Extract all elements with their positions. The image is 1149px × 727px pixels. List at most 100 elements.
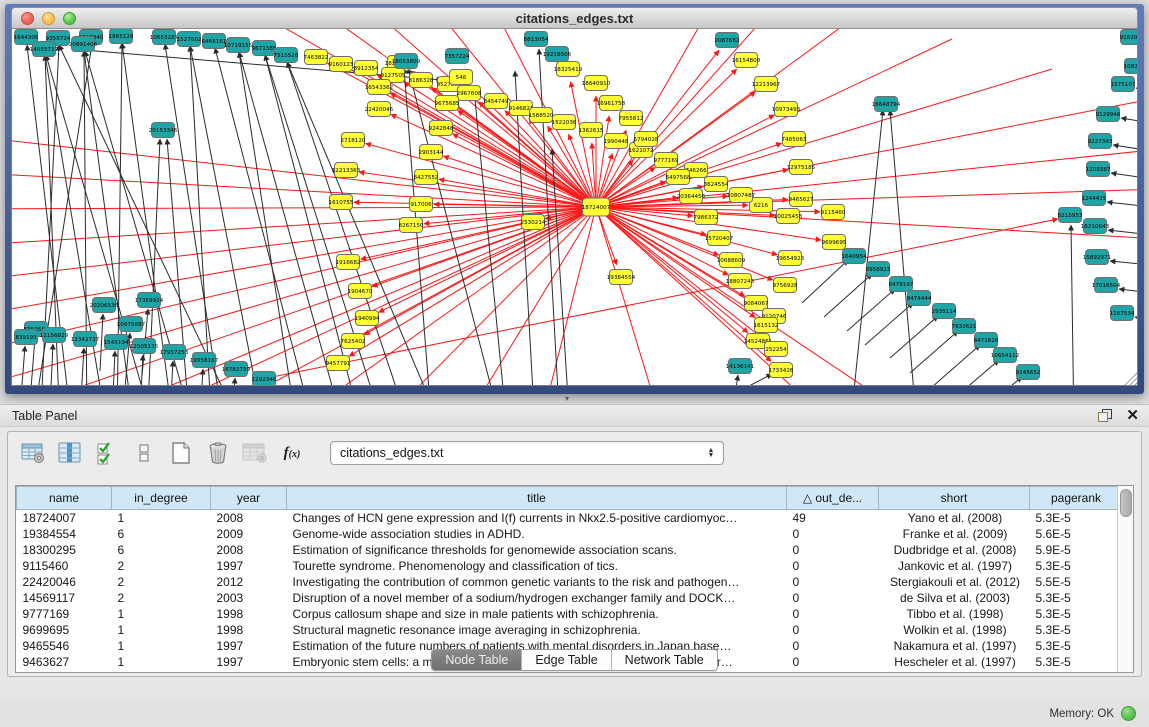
graph-node[interactable]: 10025458 xyxy=(774,209,803,224)
graph-node[interactable]: 9227343 xyxy=(1088,134,1113,149)
graph-node[interactable]: 19958167 xyxy=(190,353,219,368)
graph-node[interactable]: 2967608 xyxy=(457,86,482,101)
graph-node[interactable]: 6479197 xyxy=(889,277,914,292)
show-column-button[interactable] xyxy=(57,440,83,466)
graph-node[interactable]: 2718120 xyxy=(341,133,366,148)
maximize-window-button[interactable] xyxy=(63,12,76,25)
column-header-1[interactable]: in_degree xyxy=(112,487,211,510)
graph-node[interactable]: 20891406 xyxy=(69,37,98,52)
graph-node[interactable]: 8267150 xyxy=(399,218,424,233)
table-row[interactable]: 977716911998Corpus callosum shape and si… xyxy=(17,606,1123,622)
graph-node[interactable]: 22420046 xyxy=(365,102,394,117)
table-scrollbar[interactable] xyxy=(1117,486,1133,672)
graph-node[interactable]: 1545194 xyxy=(104,335,129,350)
graph-node[interactable]: 1904670 xyxy=(348,284,373,299)
graph-node[interactable]: 15892971 xyxy=(1083,250,1112,265)
close-window-button[interactable] xyxy=(21,12,34,25)
graph-node[interactable]: 7625402 xyxy=(341,334,366,349)
memory-status-indicator[interactable] xyxy=(1121,706,1136,721)
graph-node[interactable]: 16961758 xyxy=(597,96,626,111)
graph-node[interactable]: 9777169 xyxy=(654,153,679,168)
graph-node[interactable]: 9474444 xyxy=(907,291,932,306)
graph-node[interactable]: 18807243 xyxy=(726,274,755,289)
graph-node[interactable]: 20206536 xyxy=(90,298,119,313)
delete-table-button-disabled[interactable] xyxy=(242,440,268,466)
graph-node[interactable]: 10975887 xyxy=(117,317,146,332)
close-panel-icon[interactable]: ✕ xyxy=(1126,409,1139,423)
graph-node[interactable]: 9129946 xyxy=(1096,107,1121,122)
window-titlebar[interactable]: citations_edges.txt xyxy=(11,7,1138,29)
table-mode-button[interactable] xyxy=(20,440,46,466)
graph-node[interactable]: 6497568 xyxy=(666,170,691,185)
graph-node[interactable]: 2903144 xyxy=(419,145,444,160)
graph-node[interactable]: 15720407 xyxy=(705,231,734,246)
graph-node[interactable]: 9242848 xyxy=(429,121,454,136)
graph-node[interactable]: 10688609 xyxy=(717,253,746,268)
table-select[interactable]: citations_edges.txt ▲▼ xyxy=(330,441,724,465)
graph-node[interactable]: 252254 xyxy=(765,342,788,357)
graph-node[interactable]: 8813054 xyxy=(524,32,549,47)
float-panel-icon[interactable] xyxy=(1098,409,1112,422)
graph-node[interactable]: 9465627 xyxy=(789,192,814,207)
graph-node[interactable]: 19654923 xyxy=(776,251,805,266)
tab-network-table[interactable]: Network Table xyxy=(612,650,717,670)
graph-node[interactable]: 8912354 xyxy=(354,61,379,76)
graph-node[interactable]: 9457791 xyxy=(326,356,351,371)
graph-node[interactable]: 17957253 xyxy=(160,345,189,360)
tab-edge-table[interactable]: Edge Table xyxy=(522,650,611,670)
graph-node[interactable]: 8454749 xyxy=(484,94,509,109)
graph-node[interactable]: 8186328 xyxy=(409,73,434,88)
scrollbar-thumb[interactable] xyxy=(1120,489,1132,517)
graph-node[interactable]: 1615132 xyxy=(754,318,779,333)
delete-column-button[interactable] xyxy=(205,440,231,466)
graph-node[interactable]: 10807487 xyxy=(727,188,756,203)
graph-node[interactable]: 6794028 xyxy=(634,132,659,147)
panel-splitter[interactable]: ▾ xyxy=(0,394,1149,404)
graph-node[interactable]: 18053809 xyxy=(392,54,421,69)
graph-node[interactable]: 9675685 xyxy=(435,96,460,111)
graph-node[interactable]: 1575107 xyxy=(1111,77,1136,92)
graph-node[interactable]: 10654112 xyxy=(991,348,1019,363)
graph-node[interactable]: 1522036 xyxy=(552,115,577,130)
table-row[interactable]: 1456911722003Disruption of a novel membe… xyxy=(17,590,1123,606)
graph-node[interactable]: 12342737 xyxy=(71,332,100,347)
graph-node[interactable]: 9115460 xyxy=(821,205,846,220)
column-header-2[interactable]: year xyxy=(211,487,287,510)
graph-node[interactable]: 20153346 xyxy=(149,123,178,138)
network-graph[interactable]: 1872400774638229160123891235418226058912… xyxy=(12,29,1138,386)
graph-node[interactable]: 1527602 xyxy=(177,32,202,47)
graph-node[interactable]: 1588520 xyxy=(529,108,554,123)
graph-node[interactable]: 17016504 xyxy=(1092,278,1121,293)
graph-node[interactable]: 16782759 xyxy=(222,362,251,377)
graph-node[interactable]: 7515526 xyxy=(274,48,299,63)
graph-node[interactable]: 8215953 xyxy=(1058,208,1083,223)
graph-node[interactable]: 1362615 xyxy=(579,123,604,138)
graph-node[interactable]: 1244415 xyxy=(1082,191,1107,206)
graph-node[interactable]: 8427552 xyxy=(414,170,439,185)
graph-node[interactable]: 7357224 xyxy=(445,49,470,64)
graph-node[interactable]: 16210643 xyxy=(1081,219,1110,234)
network-canvas[interactable]: 1872400774638229160123891235418226058912… xyxy=(11,29,1138,386)
graph-node[interactable]: 7463822 xyxy=(304,50,329,65)
graph-node[interactable]: 12213967 xyxy=(752,77,781,92)
graph-node[interactable]: 19384554 xyxy=(607,270,636,285)
graph-node[interactable]: 1167534 xyxy=(1110,306,1135,321)
graph-node[interactable]: 1733426 xyxy=(769,363,794,378)
table-row[interactable]: 1872400712008Changes of HCN gene express… xyxy=(17,510,1123,527)
graph-node[interactable]: 12975185 xyxy=(787,160,816,175)
graph-node[interactable]: 16543362 xyxy=(365,80,393,95)
graph-node[interactable]: 7632621 xyxy=(952,319,977,334)
graph-node[interactable]: 14055717 xyxy=(30,42,59,57)
graph-node[interactable]: 11156829 xyxy=(40,328,69,343)
select-columns-button[interactable] xyxy=(94,440,120,466)
graph-node[interactable]: 2935114 xyxy=(932,304,957,319)
function-builder-button[interactable]: f(x) xyxy=(279,440,305,466)
column-header-0[interactable]: name xyxy=(17,487,112,510)
graph-node[interactable]: 18325419 xyxy=(554,62,583,77)
graph-node[interactable]: 8471626 xyxy=(974,333,999,348)
graph-node[interactable]: 1082422 xyxy=(1124,59,1138,74)
graph-node[interactable]: 2530214 xyxy=(521,215,546,230)
graph-node-hub[interactable]: 18724007 xyxy=(582,198,611,216)
graph-node[interactable]: 1209387 xyxy=(1086,162,1111,177)
table-row[interactable]: 2242004622012Investigating the contribut… xyxy=(17,574,1123,590)
